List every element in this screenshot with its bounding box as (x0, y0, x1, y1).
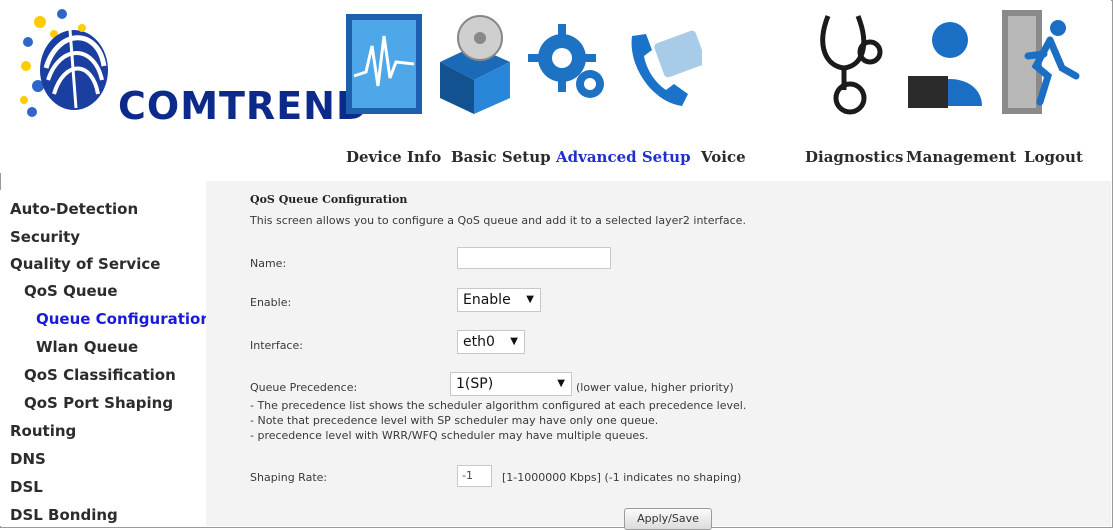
precedence-select[interactable]: 1(SP) ▼ (450, 372, 572, 396)
nav-voice[interactable]: Voice (701, 148, 746, 166)
exit-icon[interactable] (1000, 6, 1080, 116)
sidebar-item-dns[interactable]: DNS (10, 450, 46, 468)
precedence-note: - Note that precedence level with SP sch… (250, 414, 659, 427)
sidebar-item-quality-of-service[interactable]: Quality of Service (10, 255, 160, 273)
sidebar-item-dsl[interactable]: DSL (10, 478, 43, 496)
sidebar-item-routing[interactable]: Routing (10, 422, 76, 440)
sidebar-item-security[interactable]: Security (10, 228, 80, 246)
user-icon[interactable] (904, 6, 984, 116)
header: COMTREND Device Info Basic Setup Advance… (0, 0, 1111, 173)
precedence-hint: (lower value, higher priority) (576, 381, 734, 394)
sidebar: Auto-Detection Security Quality of Servi… (0, 190, 211, 526)
precedence-label: Queue Precedence: (250, 381, 358, 394)
chevron-down-icon: ▼ (526, 294, 534, 305)
name-input[interactable] (457, 247, 611, 269)
logo-swirl-icon (20, 9, 108, 117)
nav-logout[interactable]: Logout (1024, 148, 1083, 166)
name-label: Name: (250, 257, 287, 270)
nav-advanced-setup[interactable]: Advanced Setup (556, 148, 691, 166)
stethoscope-icon[interactable] (810, 6, 890, 116)
nav-icon-bar (340, 6, 1110, 126)
shaping-rate-hint: [1-1000000 Kbps] (-1 indicates no shapin… (502, 471, 742, 484)
interface-select[interactable]: eth0 ▼ (457, 330, 525, 354)
enable-label: Enable: (250, 296, 292, 309)
nav-management[interactable]: Management (906, 148, 1016, 166)
enable-select-value: Enable (463, 292, 511, 308)
shaping-rate-label: Shaping Rate: (250, 471, 328, 484)
sidebar-item-queue-configuration[interactable]: Queue Configuration (36, 310, 211, 328)
precedence-note: - precedence level with WRR/WFQ schedule… (250, 429, 649, 442)
page-title: QoS Queue Configuration (250, 193, 408, 206)
chevron-down-icon: ▼ (557, 378, 565, 389)
page-description: This screen allows you to configure a Qo… (250, 214, 746, 227)
gear-icon[interactable] (528, 6, 608, 116)
nav-device-info[interactable]: Device Info (346, 148, 441, 166)
nav-bar: Device Info Basic Setup Advanced Setup V… (0, 148, 1111, 172)
sidebar-item-wlan-queue[interactable]: Wlan Queue (36, 338, 138, 356)
enable-select[interactable]: Enable ▼ (457, 288, 541, 312)
interface-select-value: eth0 (463, 334, 495, 350)
comtrend-logo: COMTREND (18, 8, 368, 128)
precedence-select-value: 1(SP) (456, 376, 494, 392)
box-disc-icon[interactable] (434, 6, 514, 116)
interface-label: Interface: (250, 339, 303, 352)
sidebar-item-qos-port-shaping[interactable]: QoS Port Shaping (24, 394, 173, 412)
sidebar-item-qos-queue[interactable]: QoS Queue (24, 282, 118, 300)
phone-icon[interactable] (622, 6, 702, 116)
nav-basic-setup[interactable]: Basic Setup (451, 148, 551, 166)
sidebar-item-auto-detection[interactable]: Auto-Detection (10, 200, 138, 218)
monitor-graph-icon[interactable] (344, 6, 424, 116)
nav-diagnostics[interactable]: Diagnostics (805, 148, 903, 166)
precedence-note: - The precedence list shows the schedule… (250, 399, 747, 412)
chevron-down-icon: ▼ (510, 336, 518, 347)
brand-name: COMTREND (118, 84, 369, 128)
apply-save-button[interactable]: Apply/Save (624, 508, 712, 530)
sidebar-item-dsl-bonding[interactable]: DSL Bonding (10, 506, 118, 524)
shaping-rate-input[interactable]: -1 (457, 465, 492, 487)
main-content: QoS Queue Configuration This screen allo… (206, 181, 1111, 530)
sidebar-item-qos-classification[interactable]: QoS Classification (24, 366, 176, 384)
